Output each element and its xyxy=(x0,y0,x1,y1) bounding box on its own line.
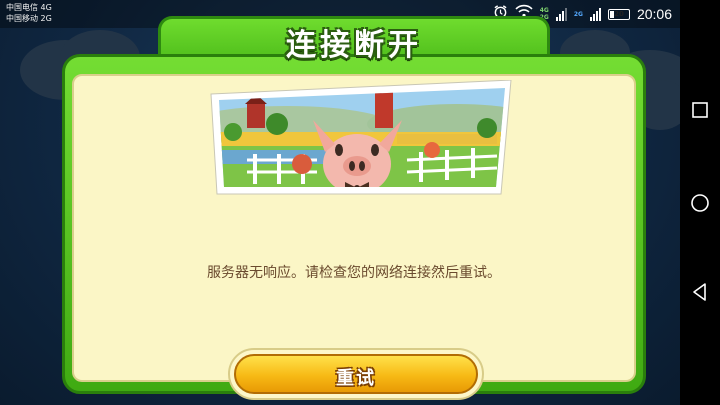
clock: 20:06 xyxy=(636,6,672,22)
error-message: 服务器无响应。请检查您的网络连接然后重试。 xyxy=(207,265,501,281)
signal-2-group: 2G xyxy=(574,11,583,18)
carrier-1-label: 中国电信 4G xyxy=(6,3,52,12)
battery-level: 20 xyxy=(614,9,624,18)
home-icon[interactable] xyxy=(690,193,710,213)
signal-2-icon xyxy=(589,7,601,21)
farm-pig-illustration xyxy=(210,80,512,195)
back-icon[interactable] xyxy=(690,282,710,302)
retry-button-label: 重试 xyxy=(336,368,376,389)
navigation-bar xyxy=(680,0,720,405)
net-tag-top: 4G xyxy=(539,7,549,14)
recent-apps-icon[interactable] xyxy=(690,100,710,120)
signal-icon xyxy=(555,7,567,21)
dialog-title: 连接断开 xyxy=(286,28,422,63)
retry-button[interactable]: 重试 xyxy=(234,354,478,394)
net-tag-right: 2G xyxy=(573,10,583,18)
carrier-2-label: 中国移动 2G xyxy=(6,14,52,23)
battery-icon: 20 xyxy=(607,8,630,20)
